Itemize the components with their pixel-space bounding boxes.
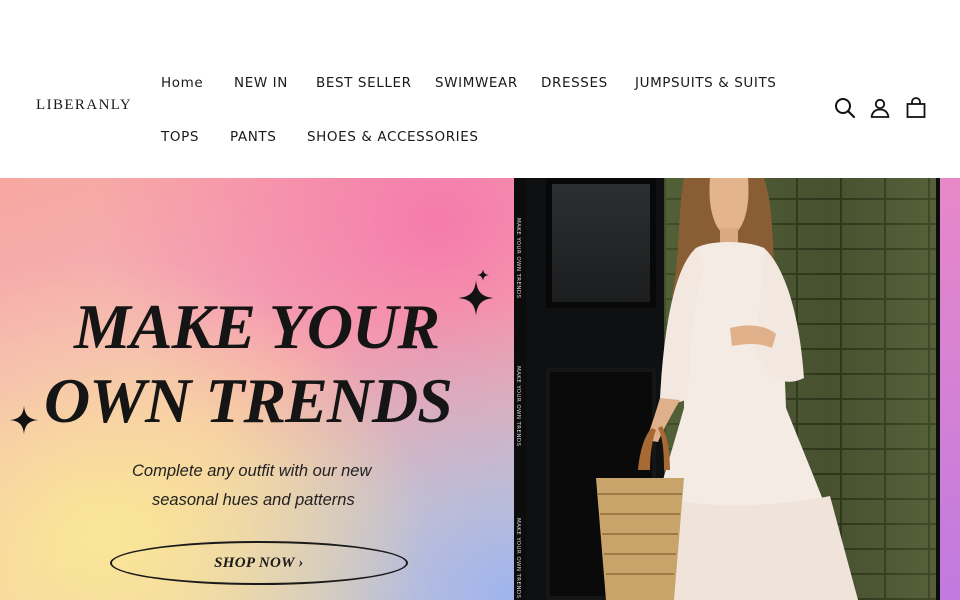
nav-home[interactable]: Home [161,75,203,91]
model-in-white-dress-image [596,178,858,600]
logo[interactable]: LIBERANLY [36,97,132,114]
nav-swimwear[interactable]: SWIMWEAR [435,75,518,91]
nav-pants[interactable]: PANTS [230,129,276,145]
strip-text-1: MAKE YOUR OWN TRENDS [515,218,521,299]
hero-headline-line2: OWN TRENDS [44,365,453,436]
sparkle-icon [458,280,494,316]
nav-shoes-accessories[interactable]: SHOES & ACCESSORIES [307,129,479,145]
nav-jumpsuits-suits[interactable]: JUMPSUITS & SUITS [635,75,776,91]
shop-now-button[interactable]: SHOP NOW › [110,541,408,585]
nav-tops[interactable]: TOPS [161,129,199,145]
cart-icon[interactable] [904,96,928,120]
nav-new-in[interactable]: NEW IN [234,75,288,91]
hero-photo: MAKE YOUR OWN TRENDS MAKE YOUR OWN TREND… [514,178,960,600]
sparkle-left-icon [9,405,39,435]
strip-text-2: MAKE YOUR OWN TRENDS [515,366,521,447]
hero-subtitle-line1: Complete any outfit with our new [132,462,372,480]
hero-banner: MAKE YOUR OWN TRENDS Complete any outfit… [0,178,960,600]
film-strip: MAKE YOUR OWN TRENDS MAKE YOUR OWN TREND… [514,178,526,600]
hero-gradient-panel: MAKE YOUR OWN TRENDS Complete any outfit… [0,178,516,600]
small-sparkle-icon [476,268,490,282]
nav-best-seller[interactable]: BEST SELLER [316,75,412,91]
account-icon[interactable] [868,96,892,120]
hero-headline-line1: MAKE YOUR [74,291,440,362]
nav-dresses[interactable]: DRESSES [541,75,608,91]
hero-subtitle-line2: seasonal hues and patterns [152,491,355,509]
site-header: LIBERANLY Home NEW IN BEST SELLER SWIMWE… [0,0,960,178]
shop-now-label: SHOP NOW › [214,554,304,571]
strip-text-3: MAKE YOUR OWN TRENDS [515,518,521,599]
search-icon[interactable] [833,96,857,120]
